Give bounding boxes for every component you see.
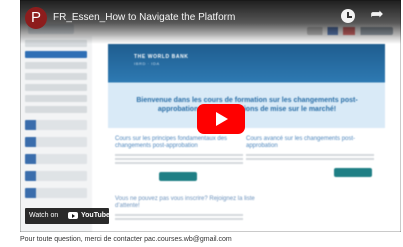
youtube-logo-icon — [68, 212, 78, 219]
waitlist-text-lines — [115, 214, 243, 224]
slide-sidebar — [20, 36, 93, 232]
course-card-right: Cours avancé sur les changements post-ap… — [246, 136, 374, 177]
text-line — [246, 154, 374, 156]
slide-content: THE WORLD BANK IBRD · IDA Bienvenue dans… — [92, 36, 401, 232]
video-title[interactable]: FR_Essen_How to Navigate the Platform — [53, 12, 323, 24]
watch-label: Watch on — [29, 212, 59, 219]
enroll-button-placeholder — [159, 172, 197, 181]
right-card-title: Cours avancé sur les changements post-ap… — [246, 136, 356, 149]
waitlist-title: Vous ne pouvez pas vous inscrire? Rejoig… — [115, 196, 255, 209]
sidebar-tag — [25, 171, 87, 181]
slide-banner: THE WORLD BANK IBRD · IDA Bienvenue dans… — [108, 44, 385, 128]
sidebar-line — [25, 95, 87, 102]
sidebar-line — [25, 106, 87, 113]
text-line — [115, 154, 243, 156]
sidebar-line — [25, 84, 87, 91]
watch-on-youtube-button[interactable]: Watch on YouTube — [25, 208, 110, 224]
left-card-title: Cours sur les principes fondamentaux des… — [115, 136, 228, 149]
play-icon[interactable] — [197, 104, 245, 134]
enroll-button-placeholder — [334, 168, 372, 177]
course-card-left: Cours sur les principes fondamentaux des… — [115, 136, 243, 181]
youtube-wordmark: YouTube — [81, 212, 110, 219]
brand-logo-sublettering: IBRD · IDA — [134, 61, 160, 66]
text-line — [115, 162, 243, 164]
sidebar-tag — [25, 120, 87, 130]
sidebar-active-item — [25, 51, 87, 58]
youtube-embed[interactable]: THE WORLD BANK IBRD · IDA Bienvenue dans… — [20, 0, 401, 232]
text-line — [246, 158, 374, 160]
share-icon[interactable]: ➦ — [369, 7, 385, 23]
sidebar-tag — [25, 188, 87, 198]
text-line — [115, 158, 243, 160]
contact-text: Pour toute question, merci de contacter … — [20, 236, 232, 243]
watch-later-icon[interactable] — [341, 9, 355, 23]
sidebar-line — [25, 73, 87, 80]
sidebar-line — [25, 62, 87, 69]
sidebar-tag — [25, 137, 87, 147]
banner-heading: Bienvenue dans les cours de formation su… — [136, 97, 358, 113]
channel-avatar[interactable]: P — [25, 7, 47, 29]
sidebar-tag — [25, 154, 87, 164]
brand-logo-lettering: THE WORLD BANK — [134, 54, 189, 60]
